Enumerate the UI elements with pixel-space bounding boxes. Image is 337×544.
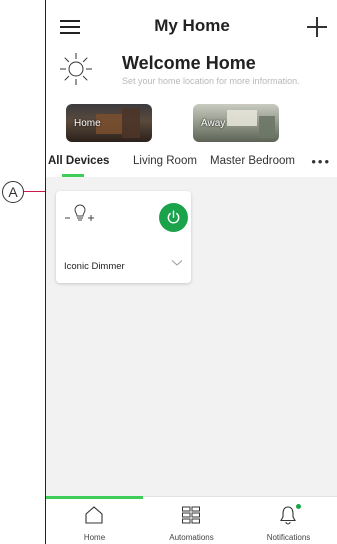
nav-automations-label: Automations bbox=[169, 533, 214, 542]
grid-icon bbox=[182, 506, 200, 524]
welcome-subtitle[interactable]: Set your home location for more informat… bbox=[122, 76, 300, 86]
power-toggle-button[interactable] bbox=[159, 203, 188, 232]
scene-away[interactable]: Away bbox=[193, 104, 279, 142]
page-title: My Home bbox=[154, 16, 230, 35]
nav-home[interactable]: Home bbox=[46, 497, 143, 544]
device-name: Iconic Dimmer bbox=[64, 261, 125, 272]
add-icon[interactable] bbox=[307, 17, 327, 37]
nav-notifications[interactable]: Notifications bbox=[240, 497, 337, 544]
bell-icon bbox=[280, 506, 296, 525]
more-tabs-icon[interactable]: ••• bbox=[311, 154, 331, 169]
nav-notifications-label: Notifications bbox=[266, 533, 311, 542]
dimmer-bulb-icon bbox=[65, 204, 94, 221]
scene-away-label: Away bbox=[201, 118, 226, 129]
callout-a: A bbox=[2, 181, 24, 203]
home-icon bbox=[85, 506, 103, 524]
app-header: My Home Welcome Home Set your home locat… bbox=[46, 0, 337, 177]
phone-screen: My Home Welcome Home Set your home locat… bbox=[45, 0, 337, 544]
scene-home[interactable]: Home bbox=[66, 104, 152, 142]
notification-dot bbox=[296, 504, 301, 509]
room-tabs: All Devices Living Room Master Bedroom •… bbox=[46, 152, 337, 177]
nav-home-label: Home bbox=[83, 533, 106, 542]
welcome-title: Welcome Home bbox=[122, 53, 256, 73]
active-tab-indicator bbox=[62, 174, 84, 177]
bottom-navigation: Home Automations Notifications bbox=[46, 496, 337, 544]
tab-living-room[interactable]: Living Room bbox=[133, 155, 197, 167]
nav-automations[interactable]: Automations bbox=[143, 497, 240, 544]
tab-master-bedroom[interactable]: Master Bedroom bbox=[210, 155, 295, 167]
sun-icon bbox=[60, 53, 92, 85]
device-card[interactable]: Iconic Dimmer bbox=[56, 191, 191, 283]
scene-home-label: Home bbox=[74, 118, 101, 129]
callout-letter: A bbox=[8, 184, 18, 200]
tab-all-devices[interactable]: All Devices bbox=[48, 155, 109, 167]
power-icon bbox=[167, 210, 180, 224]
chevron-down-icon[interactable] bbox=[171, 259, 183, 267]
